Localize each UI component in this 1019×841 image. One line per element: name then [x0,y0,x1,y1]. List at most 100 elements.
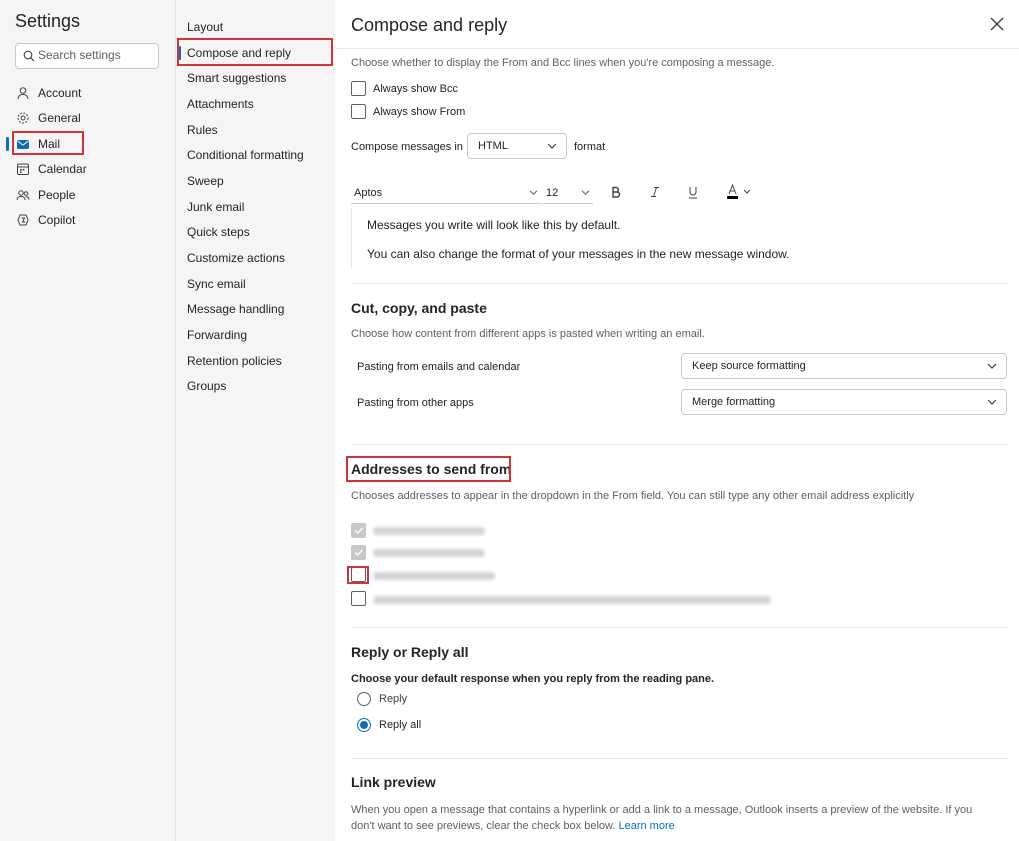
search-input[interactable] [38,48,153,62]
cut-copy-paste-description: Choose how content from different apps i… [351,328,705,340]
mail-nav-conditional-formatting[interactable]: Conditional formatting [176,142,336,168]
mail-nav-list: Layout Compose and reply Smart suggestio… [176,14,336,399]
learn-more-link[interactable]: Learn more [618,820,674,832]
address-redacted-1 [373,527,485,535]
nav-copilot[interactable]: Copilot [0,208,175,234]
italic-button[interactable] [645,182,665,202]
preview-line-2: You can also change the format of your m… [367,247,790,261]
reply-heading: Reply or Reply all [351,644,469,660]
nav-general[interactable]: General [0,106,175,132]
link-preview-heading: Link preview [351,774,436,790]
address-checkbox-4[interactable] [351,591,366,606]
paste-apps-dropdown[interactable]: Merge formatting [681,389,1007,415]
nav-copilot-label: Copilot [38,213,76,228]
mail-nav-rules[interactable]: Rules [176,117,336,143]
mail-nav-retention-policies[interactable]: Retention policies [176,348,336,374]
divider [351,283,1007,284]
checkbox-highlight-box [347,566,369,584]
always-show-bcc-checkbox[interactable] [351,81,366,96]
settings-sidebar: Settings Account General Mail Calendar P… [0,0,175,841]
nav-calendar[interactable]: Calendar [0,157,175,183]
compose-format-dropdown[interactable]: HTML [467,133,567,159]
bold-icon [612,186,621,198]
nav-general-label: General [38,111,81,126]
italic-icon [651,187,659,197]
paste-emails-label: Pasting from emails and calendar [357,361,521,373]
reply-all-option-label: Reply all [379,719,422,731]
addresses-description: Chooses addresses to appear in the dropd… [351,490,915,502]
link-preview-description: When you open a message that contains a … [351,802,991,834]
underline-button[interactable] [683,182,703,202]
address-checkbox-1 [351,523,366,538]
search-settings-box[interactable] [15,43,159,69]
paste-apps-label: Pasting from other apps [357,397,474,409]
mail-nav-smart-suggestions[interactable]: Smart suggestions [176,65,336,91]
chevron-down-icon [581,190,590,195]
reply-radio[interactable] [357,692,371,706]
always-show-from-label: Always show From [373,106,466,118]
reply-option-label: Reply [379,693,408,705]
mail-nav-attachments[interactable]: Attachments [176,91,336,117]
divider [351,627,1007,628]
always-show-bcc-label: Always show Bcc [373,83,458,95]
mail-nav-customize-actions[interactable]: Customize actions [176,245,336,271]
nav-account[interactable]: Account [0,80,175,106]
underline-icon [689,186,697,198]
person-icon [16,86,30,100]
cut-copy-paste-heading: Cut, copy, and paste [351,300,487,316]
chevron-down-icon [987,399,997,405]
checkmark-icon [354,549,363,556]
address-checkbox-2 [351,545,366,560]
gear-icon [16,111,30,125]
addresses-highlight-box [346,456,511,482]
divider [351,444,1007,445]
mail-nav-message-handling[interactable]: Message handling [176,297,336,323]
font-family-value: Aptos [354,186,383,199]
calendar-icon [16,162,30,176]
preview-divider [351,208,352,268]
mail-nav-forwarding[interactable]: Forwarding [176,322,336,348]
address-redacted-4 [373,596,771,604]
chevron-down-icon [547,143,557,149]
mail-nav-junk-email[interactable]: Junk email [176,194,336,220]
checkmark-icon [354,527,363,534]
nav-account-label: Account [38,85,82,100]
settings-nav: Account General Mail Calendar People Cop… [0,80,175,233]
paste-emails-value: Keep source formatting [692,360,806,372]
reply-description: Choose your default response when you re… [351,673,715,685]
paste-apps-value: Merge formatting [692,396,776,408]
reply-all-radio[interactable] [357,718,371,732]
nav-calendar-label: Calendar [38,162,87,177]
paste-emails-dropdown[interactable]: Keep source formatting [681,353,1007,379]
always-show-from-checkbox[interactable] [351,104,366,119]
chevron-down-icon [529,190,538,195]
compose-in-label: Compose messages in [351,141,463,153]
people-icon [16,188,30,202]
settings-title: Settings [15,11,81,31]
mail-nav-quick-steps[interactable]: Quick steps [176,220,336,246]
font-color-icon [727,184,751,199]
format-suffix-label: format [574,141,606,153]
mail-nav-sync-email[interactable]: Sync email [176,271,336,297]
active-indicator [6,137,9,151]
bold-button[interactable] [606,182,626,202]
nav-people-label: People [38,187,76,202]
divider [351,758,1007,759]
search-icon [23,50,35,62]
compose-highlight-box [177,38,333,66]
chevron-down-icon [987,363,997,369]
mail-settings-nav: Layout Compose and reply Smart suggestio… [175,0,335,841]
font-size-dropdown[interactable]: 12 [543,182,593,204]
nav-people[interactable]: People [0,182,175,208]
preview-line-1: Messages you write will look like this b… [367,218,621,232]
font-color-button[interactable] [723,182,755,202]
mail-nav-sweep[interactable]: Sweep [176,168,336,194]
mail-nav-layout[interactable]: Layout [176,14,336,40]
compose-and-reply-panel: Compose and reply Choose whether to disp… [335,0,1019,841]
close-icon[interactable] [987,14,1007,34]
font-family-dropdown[interactable]: Aptos [351,182,541,204]
mail-nav-groups[interactable]: Groups [176,374,336,400]
address-redacted-3 [373,572,495,580]
compose-format-value: HTML [478,140,508,152]
from-bcc-description: Choose whether to display the From and B… [351,57,775,69]
